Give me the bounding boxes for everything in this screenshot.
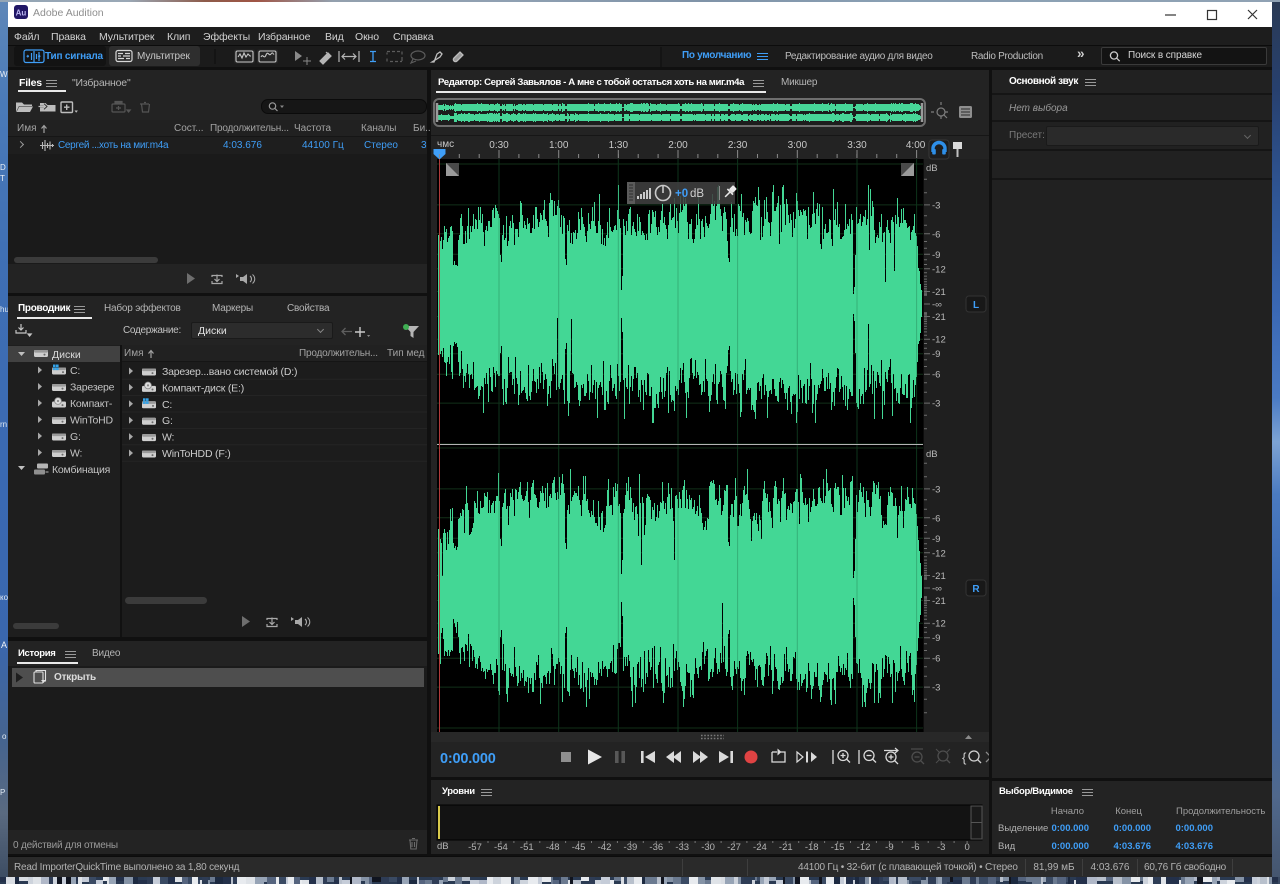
svg-text:dB: dB (926, 163, 938, 174)
svg-text:-12: -12 (932, 264, 946, 275)
svg-text:Зарезер...вано системой (D:): Зарезер...вано системой (D:) (162, 366, 297, 378)
svg-text:Компакт-диск (E:): Компакт-диск (E:) (162, 382, 244, 394)
svg-text:-21: -21 (932, 287, 946, 298)
svg-text:-6: -6 (932, 370, 940, 381)
svg-text:2:00: 2:00 (668, 140, 688, 151)
svg-text:-21: -21 (932, 571, 946, 582)
svg-text:3:30: 3:30 (847, 140, 867, 151)
svg-text:-12: -12 (932, 335, 946, 346)
svg-text:-21: -21 (932, 596, 946, 607)
svg-text:-9: -9 (932, 633, 940, 644)
svg-text:-9: -9 (932, 534, 940, 545)
svg-text:WinToHD: WinToHD (70, 415, 114, 427)
svg-text:Диски: Диски (52, 349, 81, 361)
svg-text:-3: -3 (932, 484, 940, 495)
svg-text:-9: -9 (932, 349, 940, 360)
svg-text:-3: -3 (932, 683, 940, 694)
svg-text:чмс: чмс (437, 139, 454, 150)
svg-text:2:30: 2:30 (728, 140, 748, 151)
svg-text:+0: +0 (675, 188, 688, 200)
svg-text:G:: G: (162, 415, 173, 427)
svg-text:-6: -6 (932, 229, 940, 240)
svg-text:R: R (972, 584, 980, 595)
svg-text:W:: W: (162, 432, 174, 444)
svg-text:WinToHDD (F:): WinToHDD (F:) (162, 448, 231, 460)
svg-text:C:: C: (70, 365, 80, 377)
svg-text:-3: -3 (932, 200, 940, 211)
svg-text:-3: -3 (932, 399, 940, 410)
svg-text:Зарезере: Зарезере (70, 382, 115, 394)
svg-text:-12: -12 (932, 619, 946, 630)
svg-text:1:30: 1:30 (609, 140, 629, 151)
svg-text:Компакт-: Компакт- (70, 398, 113, 410)
svg-text:C:: C: (162, 399, 172, 411)
svg-text:-6: -6 (932, 513, 940, 524)
svg-text:-21: -21 (932, 312, 946, 323)
svg-text:dB: dB (690, 188, 704, 200)
svg-text:Комбинация: Комбинация (52, 464, 110, 476)
svg-text:L: L (973, 300, 979, 311)
svg-text:-9: -9 (932, 250, 940, 261)
svg-text:G:: G: (70, 431, 81, 443)
svg-text:-∞: -∞ (932, 584, 942, 595)
svg-text:1:00: 1:00 (549, 140, 569, 151)
svg-text:-∞: -∞ (932, 300, 942, 311)
svg-text:W:: W: (70, 448, 82, 460)
svg-text:4:00: 4:00 (906, 140, 926, 151)
svg-text:-6: -6 (932, 654, 940, 665)
svg-text:Au: Au (16, 9, 27, 18)
svg-text:0:30: 0:30 (489, 140, 509, 151)
svg-text:dB: dB (437, 841, 449, 852)
svg-text:{: { (962, 750, 967, 765)
svg-text:-12: -12 (932, 548, 946, 559)
svg-text:dB: dB (926, 449, 938, 460)
svg-text:0:00.000: 0:00.000 (440, 751, 496, 767)
svg-text:3:00: 3:00 (788, 140, 808, 151)
